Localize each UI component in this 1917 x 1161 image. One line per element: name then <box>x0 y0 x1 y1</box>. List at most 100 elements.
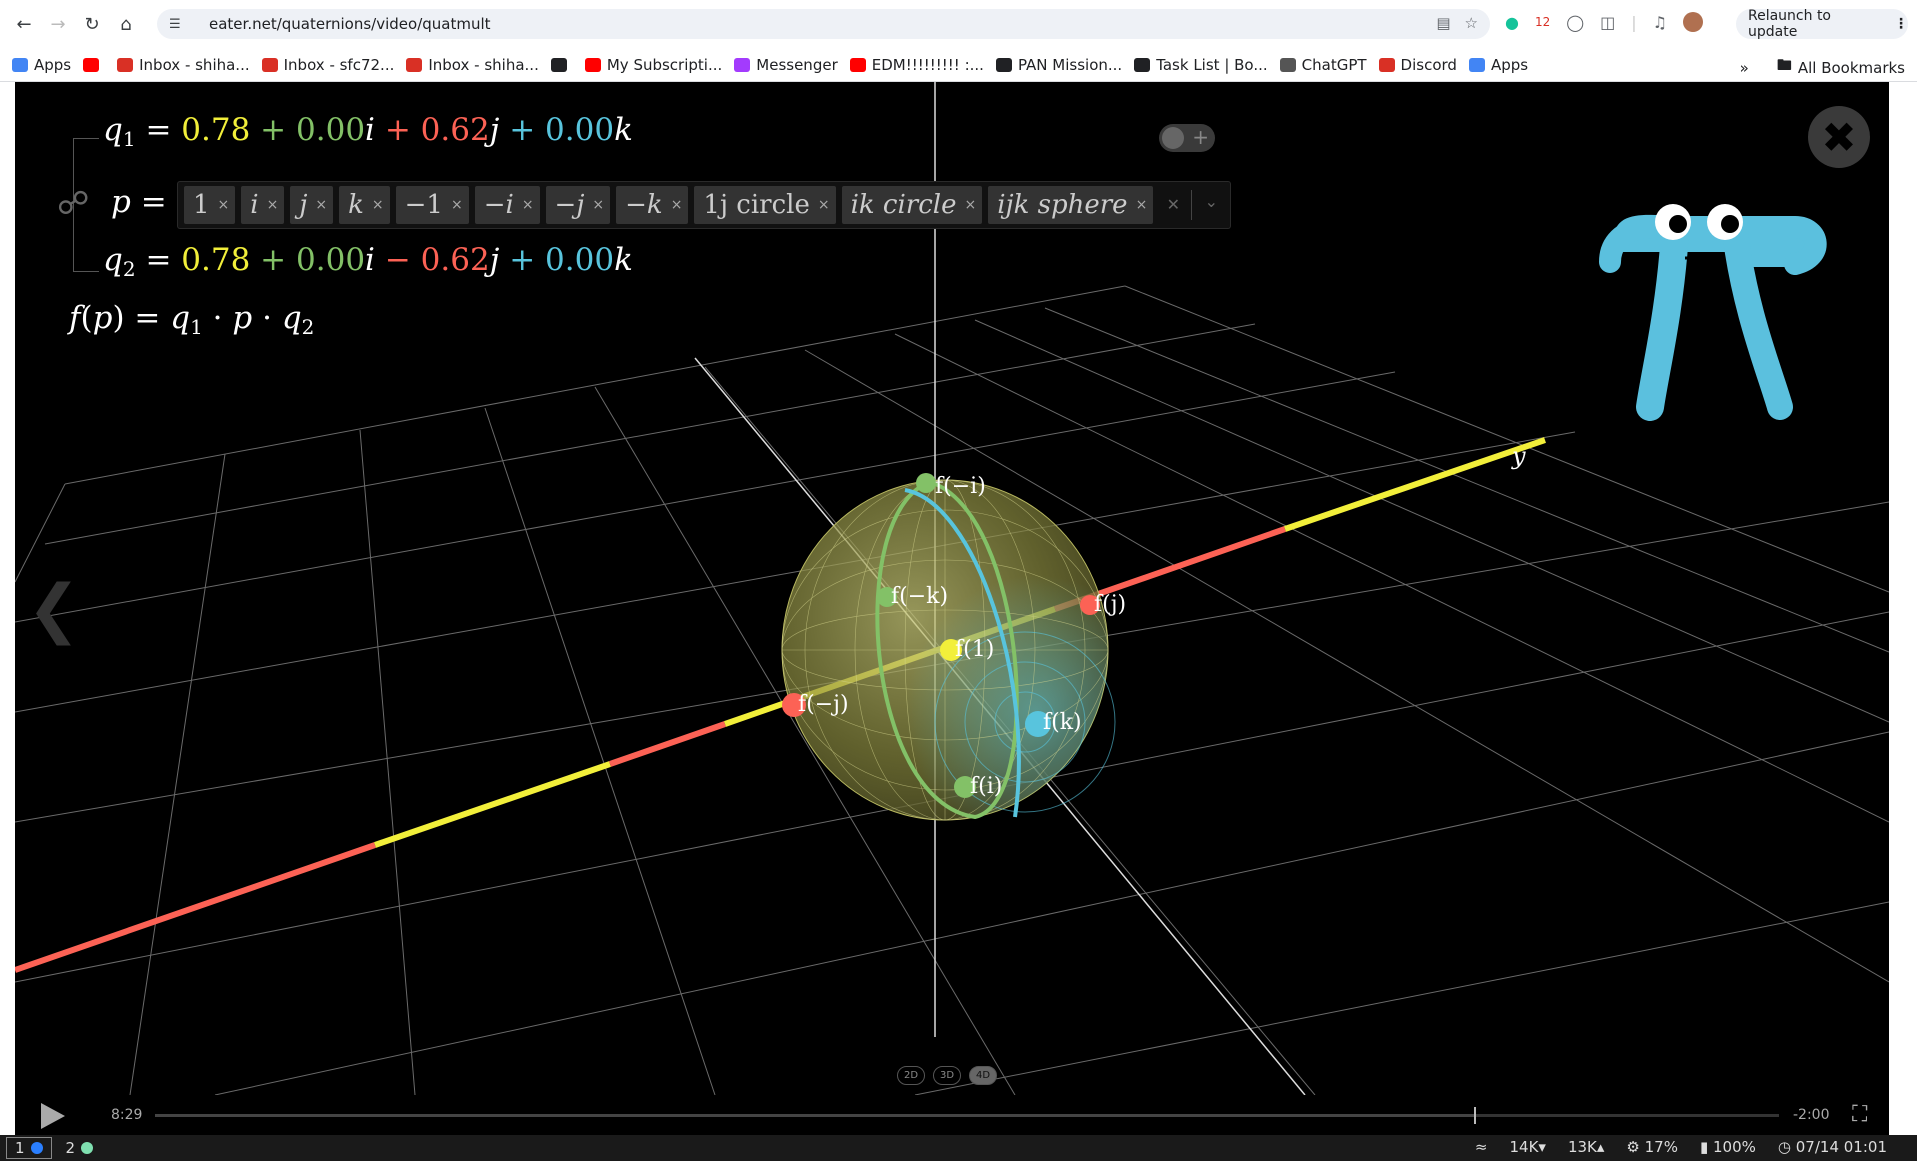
seek-thumb[interactable] <box>1473 1107 1476 1124</box>
battery: ▮ 100% <box>1699 1138 1756 1156</box>
remove-chip-icon[interactable]: × <box>671 197 683 213</box>
p-chip[interactable]: k × <box>339 186 390 224</box>
bookmark-label: ChatGPT <box>1301 55 1367 74</box>
net-up: 13K▴ <box>1567 1138 1605 1156</box>
p-chip-label: i <box>250 190 259 220</box>
label-f-i: f(i) <box>970 774 1003 799</box>
p-select-input[interactable]: 1 × i × j × k × −1 × −i × −j × −k × 1j circle × ik circle ×… <box>177 181 1231 229</box>
bookmark-label: Inbox - shiha... <box>428 55 539 74</box>
bookmark-item[interactable]: PAN Mission... <box>995 56 1122 74</box>
messenger-icon <box>734 57 751 72</box>
p-chip-label: k <box>348 190 364 220</box>
remove-chip-icon[interactable]: × <box>592 197 604 213</box>
bookmark-item[interactable]: Apps <box>12 56 71 74</box>
remove-chip-icon[interactable]: × <box>372 197 384 213</box>
p-chip[interactable]: i × <box>241 186 285 224</box>
address-bar[interactable]: ☰ eater.net/quaternions/video/quatmult ▤… <box>157 9 1490 39</box>
bookmark-item[interactable] <box>550 57 573 72</box>
bookmarks-bar: Apps Inbox - shiha... Inbox - sfc72... Inbo… <box>0 48 1917 82</box>
install-app-icon[interactable]: ▤ <box>1436 14 1450 32</box>
workspace-2[interactable]: 2 <box>58 1137 102 1159</box>
pi-creature-logo <box>1599 204 1827 421</box>
p-chip-label: −1 <box>404 190 443 220</box>
p-chip[interactable]: ik circle × <box>841 186 983 224</box>
bookmark-label: Task List | Bo... <box>1156 55 1268 74</box>
more-bookmarks-icon[interactable]: » <box>1740 59 1749 77</box>
p-chip-label: j <box>299 190 308 220</box>
relaunch-button[interactable]: Relaunch to update ⋮ <box>1736 8 1908 40</box>
p-chip-label: ijk sphere <box>997 190 1128 220</box>
p-chip[interactable]: j × <box>290 186 334 224</box>
bookmark-item[interactable]: My Subscripti... <box>584 55 723 74</box>
avatar[interactable] <box>1683 12 1704 32</box>
remove-chip-icon[interactable]: × <box>1136 197 1148 213</box>
play-icon[interactable] <box>41 1103 65 1129</box>
remove-chip-icon[interactable]: × <box>965 197 977 213</box>
bookmark-item[interactable] <box>83 57 105 72</box>
workspace-label: 1 <box>15 1139 25 1157</box>
seek-fill <box>155 1114 1474 1117</box>
bookmark-item[interactable]: Inbox - shiha... <box>117 56 250 74</box>
p-chip[interactable]: ijk sphere × <box>988 186 1154 224</box>
visualization-viewport[interactable]: y f(−i) f(−k) f(j) f(1) f(−j) f(k) f(i) … <box>15 82 1889 1095</box>
grammarly-icon[interactable]: ● <box>1505 13 1519 32</box>
clock: ◷ 07/14 01:01 <box>1777 1138 1887 1156</box>
forward-icon[interactable]: → <box>44 10 72 38</box>
site-info-icon[interactable]: ☰ <box>169 17 191 32</box>
menu-dots-icon[interactable]: ⋮ <box>1894 16 1908 32</box>
bookmark-item[interactable]: Discord <box>1378 56 1457 74</box>
bookmark-item[interactable]: Inbox - sfc72... <box>261 55 395 74</box>
calendar-icon[interactable]: 12 <box>1535 15 1550 29</box>
back-icon[interactable]: ← <box>10 10 38 38</box>
p-chip[interactable]: −j × <box>545 186 611 224</box>
p-chip[interactable]: 1j circle × <box>694 186 836 224</box>
unlink-icon[interactable]: ☍ <box>57 184 89 222</box>
puzzle-icon[interactable]: ◫ <box>1600 13 1615 32</box>
remove-chip-icon[interactable]: × <box>315 197 327 213</box>
bookmark-label: Inbox - sfc72... <box>283 55 395 74</box>
url-text[interactable]: eater.net/quaternions/video/quatmult <box>209 15 491 33</box>
bookmark-label: Apps <box>34 55 72 74</box>
chevron-down-icon[interactable]: ⌄ <box>1205 192 1218 211</box>
remove-chip-icon[interactable]: × <box>218 197 230 213</box>
reload-icon[interactable]: ↻ <box>78 10 106 38</box>
p-chip[interactable]: −1 × <box>395 186 469 224</box>
divider <box>1191 190 1192 220</box>
media-control-icon[interactable]: ♫ <box>1653 13 1667 32</box>
clear-icon[interactable]: ✕ <box>1167 195 1180 214</box>
extension-circle-icon[interactable]: ◯ <box>1566 13 1584 32</box>
remove-chip-icon[interactable]: × <box>451 197 463 213</box>
gmail-icon <box>406 57 423 72</box>
label-f-j: f(j) <box>1094 592 1127 617</box>
remove-chip-icon[interactable]: × <box>522 197 534 213</box>
previous-arrow-icon[interactable]: ❮ <box>27 572 81 646</box>
home-icon[interactable]: ⌂ <box>112 10 140 38</box>
p-chip[interactable]: −k × <box>616 186 689 224</box>
add-toggle[interactable]: + <box>1159 124 1215 152</box>
seek-bar[interactable] <box>155 1107 1779 1124</box>
bookmark-item[interactable]: Apps <box>1468 55 1529 74</box>
dimension-button-3d[interactable]: 3D <box>933 1066 961 1085</box>
bookmark-star-icon[interactable]: ☆ <box>1465 14 1478 32</box>
y-axis-label: y <box>1512 442 1526 470</box>
dimension-button-2d[interactable]: 2D <box>897 1066 925 1085</box>
bookmark-item[interactable]: EDM!!!!!!!!! :... <box>849 56 984 74</box>
p-chip[interactable]: −i × <box>474 186 540 224</box>
p-chip[interactable]: 1 × <box>184 186 236 224</box>
remove-chip-icon[interactable]: × <box>267 197 279 213</box>
remove-chip-icon[interactable]: × <box>818 197 830 213</box>
dimension-button-4d[interactable]: 4D <box>969 1066 997 1085</box>
fullscreen-icon[interactable]: ⛶ <box>1852 1102 1867 1127</box>
bookmark-item[interactable]: Inbox - shiha... <box>406 56 539 74</box>
discord-icon <box>1378 57 1395 72</box>
youtube-icon <box>849 57 866 72</box>
bookmark-item[interactable]: Task List | Bo... <box>1134 55 1268 74</box>
bookmark-item[interactable]: Messenger <box>734 56 838 74</box>
bookmark-label: My Subscripti... <box>606 55 723 74</box>
workspace-1[interactable]: 1 <box>6 1137 52 1159</box>
all-bookmarks[interactable]: 🖿 All Bookmarks <box>1777 55 1905 80</box>
p-chip-label: 1j circle <box>703 190 810 220</box>
workspace-dot-icon <box>30 1142 43 1154</box>
bookmark-item[interactable]: ChatGPT <box>1279 55 1367 74</box>
bookmark-label: Apps <box>1490 55 1529 74</box>
